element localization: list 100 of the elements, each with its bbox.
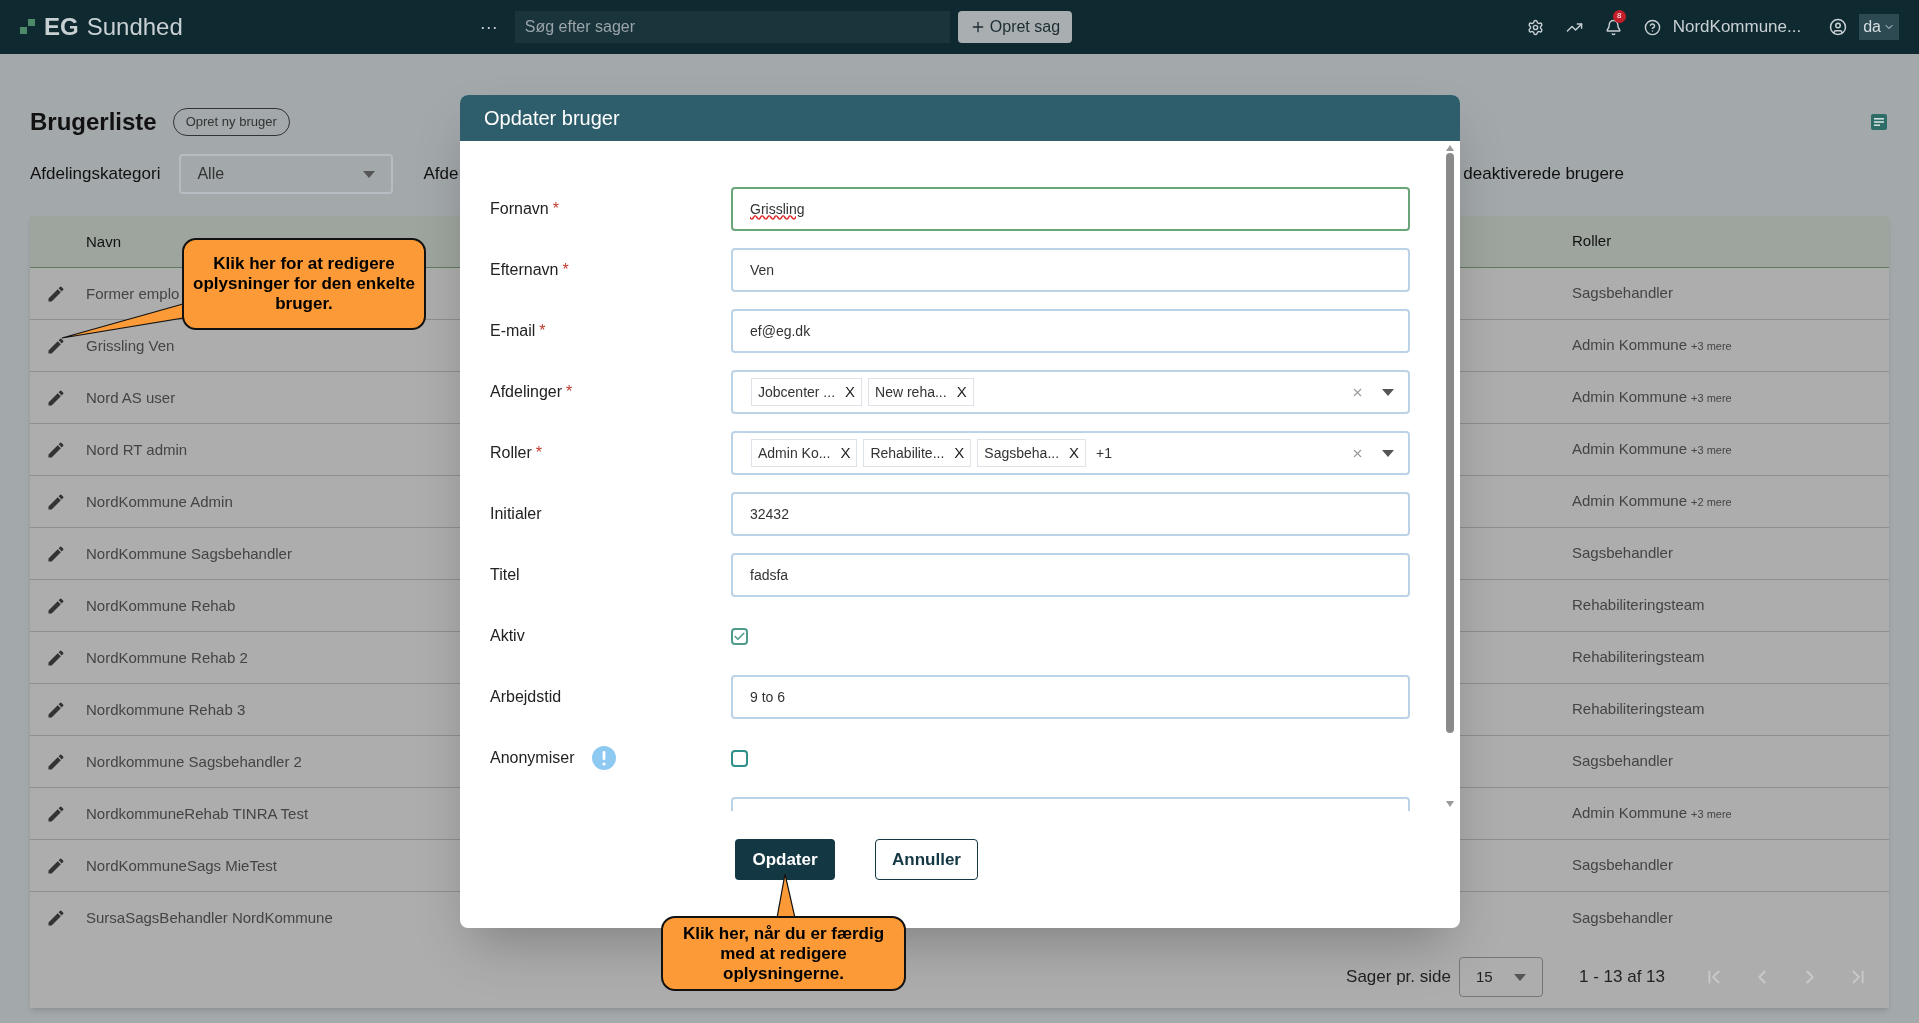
field-label: Fornavn [490,199,549,219]
user-name-cell[interactable]: SursaSagsBehandler NordKommune [86,909,333,926]
input-field[interactable]: Grissling [731,187,1410,231]
create-case-button[interactable]: Opret sag [957,11,1073,43]
role-cell-text: Sagsbehandler [1572,907,1673,928]
field-label: Efternavn [490,260,559,280]
selected-chip[interactable]: New reha... X [868,378,974,406]
checkbox[interactable] [731,749,748,767]
user-name-cell[interactable]: NordKommune Rehab [86,596,236,614]
user-icon[interactable] [1829,18,1848,36]
callout-pointer [775,874,797,918]
role-cell-text: Sagsbehandler [1572,283,1673,304]
input-field[interactable]: 32432 [731,492,1410,536]
more-roles[interactable]: +3 mere [1691,806,1732,823]
input-field[interactable]: Ven [731,248,1410,292]
filter-label: Afde [423,163,459,186]
checkbox[interactable] [731,627,748,645]
role-cell-text: Sagsbehandler [1572,543,1673,564]
column-header: Navn [86,232,122,250]
search-field[interactable]: Søg efter sager [514,11,950,43]
per-page-select[interactable]: 15 [1459,957,1543,997]
selected-chip[interactable]: Admin Ko... X [751,439,858,467]
callout-bubble: Klik her, når du er færdig med at redigere oplysningerne. [661,916,906,991]
list-icon[interactable] [1871,114,1887,130]
edit-icon[interactable] [46,803,66,824]
user-name-cell[interactable]: NordKommune Admin [86,492,233,510]
callout-bubble: Klik her for at redigere oplysninger for den enkelte bruger. [182,238,426,330]
user-name-cell[interactable]: NordKommune Sagsbehandler [86,544,292,562]
category-select[interactable]: Alle [179,154,394,194]
edit-icon[interactable] [46,283,66,304]
edit-icon[interactable] [46,751,66,772]
user-name-cell[interactable]: Grissling Ven [86,336,175,354]
more-roles[interactable]: +3 mere [1691,442,1732,459]
field-label: Arbejdstid [490,687,562,707]
more-roles[interactable]: +3 mere [1691,390,1732,407]
edit-icon[interactable] [46,439,66,460]
field-label: Initialer [490,504,542,524]
input-field[interactable]: fadsfa [731,553,1410,597]
role-cell-text: Rehabiliteringsteam [1572,647,1705,668]
role-cell-text: Admin Kommune [1572,387,1688,408]
required-mark: * [539,321,546,341]
language-select[interactable]: da [1859,14,1899,40]
filter-label: Afdelingskategori [30,163,161,186]
role-cell-text: Sagsbehandler [1572,751,1673,772]
required-mark: * [562,260,569,280]
multi-select[interactable]: Jobcenter ... X New reha... X [731,370,1410,414]
cancel-button[interactable]: Annuller [875,839,978,880]
edit-icon[interactable] [46,699,66,720]
more-button[interactable]: ··· [472,11,505,43]
user-name-cell[interactable]: Nord AS user [86,388,176,406]
per-page-label: Sager pr. side [1346,966,1451,989]
field-label: Afdelinger [490,382,563,402]
caret-icon [363,170,376,178]
user-name-cell[interactable]: NordkommuneRehab TINRA Test [86,804,309,822]
edit-icon[interactable] [46,543,66,564]
field-label: Roller [490,443,532,463]
edit-icon[interactable] [46,491,66,512]
user-name-cell[interactable]: Nordkommune Sagsbehandler 2 [86,752,302,770]
filter-label: deaktiverede brugere [1463,163,1624,186]
selected-chip[interactable]: Rehabilite... X [863,439,972,467]
page-title: Brugerliste [30,107,157,137]
user-name-cell[interactable]: Nord RT admin [86,440,188,458]
edit-icon[interactable] [46,387,66,408]
user-name-cell[interactable]: Former emplo [86,284,180,302]
selected-chip[interactable]: Jobcenter ... X [751,378,863,406]
page-range: 1 - 13 af 13 [1579,966,1665,989]
role-cell-text: Sagsbehandler [1572,855,1673,876]
logo-name: Sundhed [86,12,183,42]
role-cell-text: Rehabiliteringsteam [1572,699,1705,720]
settings-icon[interactable] [1526,18,1544,36]
user-name-cell[interactable]: Nordkommune Rehab 3 [86,700,246,718]
required-mark: * [535,443,543,463]
user-name-cell[interactable]: NordKommune Rehab 2 [86,648,248,666]
scroll-up-icon[interactable] [1446,145,1454,151]
logo-mark: EG [44,12,79,42]
edit-icon[interactable] [46,647,66,668]
field-label: Titel [490,565,520,585]
multi-select[interactable]: Admin Ko... X Rehabilite... X Sagsbeha... X +1 [731,431,1410,475]
help-icon[interactable] [1643,18,1661,36]
bell-icon[interactable] [1604,18,1622,36]
input-field[interactable]: ef@eg.dk [731,309,1410,353]
more-roles[interactable]: +2 mere [1691,494,1732,511]
more-roles[interactable]: +3 mere [1691,338,1732,355]
field-label: E-mail [490,321,536,341]
column-header: Roller [1572,231,1612,252]
check-icon [733,629,746,643]
edit-icon[interactable] [46,595,66,616]
update-button[interactable]: Opdater [735,839,835,880]
edit-icon[interactable] [46,908,66,928]
edit-icon[interactable] [46,335,66,356]
input-field[interactable]: 9 to 6 [731,675,1410,719]
notification-badge: 8 [1612,9,1626,23]
role-cell-text: Admin Kommune [1572,335,1688,356]
role-cell-text: Rehabiliteringsteam [1572,595,1705,616]
user-name[interactable]: NordKommune... [1672,14,1802,40]
selected-chip[interactable]: Sagsbeha... X [977,439,1087,467]
user-name-cell[interactable]: NordKommuneSags MieTest [86,856,277,874]
scroll-down-icon[interactable] [1446,801,1454,807]
role-cell-text: Admin Kommune [1572,439,1688,460]
edit-icon[interactable] [46,855,66,876]
